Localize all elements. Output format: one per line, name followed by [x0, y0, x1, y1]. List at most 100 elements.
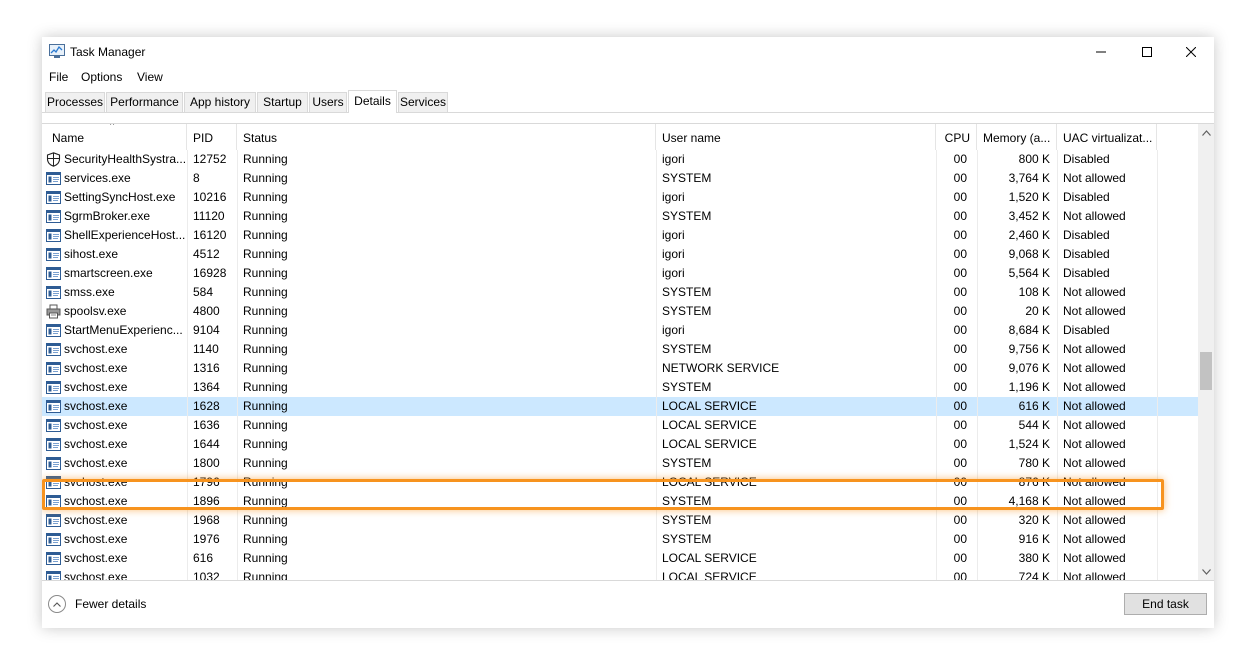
cell-status: Running [243, 361, 288, 375]
tab-app-history[interactable]: App history [184, 92, 256, 112]
cell-pid: 16928 [193, 266, 227, 280]
column-divider [187, 454, 188, 473]
cell-name: svchost.exe [64, 437, 128, 451]
fewer-details-button[interactable]: Fewer details [48, 593, 146, 615]
table-row[interactable]: svchost.exe 1364 Running SYSTEM 00 1,196 K Not… [42, 378, 1198, 397]
tab-strip: Processes Performance App history Startu… [42, 90, 1214, 113]
cell-pid: 1796 [193, 475, 220, 489]
tab-startup[interactable]: Startup [257, 92, 308, 112]
column-header-status[interactable]: Status [237, 124, 656, 150]
column-divider [656, 207, 657, 226]
column-divider [187, 378, 188, 397]
column-header-user-name[interactable]: User name [656, 124, 936, 150]
column-divider [187, 549, 188, 568]
column-divider [237, 207, 238, 226]
cell-cpu: 00 [953, 266, 967, 280]
table-row[interactable]: StartMenuExperienc... 9104 Running igori 00 8… [42, 321, 1198, 340]
table-row[interactable]: svchost.exe 1140 Running SYSTEM 00 9,756 K Not… [42, 340, 1198, 359]
column-divider [656, 435, 657, 454]
table-row[interactable]: SettingSyncHost.exe 10216 Running igori 00 1,… [42, 188, 1198, 207]
cell-name: svchost.exe [64, 399, 128, 413]
tab-performance[interactable]: Performance [106, 92, 183, 112]
cell-status: Running [243, 247, 288, 261]
cell-name: svchost.exe [64, 418, 128, 432]
table-row[interactable]: SecurityHealthSystra... 12752 Running igori… [42, 150, 1198, 169]
table-row[interactable]: spoolsv.exe 4800 Running SYSTEM 00 20 K Not al… [42, 302, 1198, 321]
column-divider [656, 397, 657, 416]
column-header-pid[interactable]: PID [187, 124, 237, 150]
cell-uac: Not allowed [1063, 171, 1126, 185]
table-row[interactable]: smss.exe 584 Running SYSTEM 00 108 K Not allow… [42, 283, 1198, 302]
column-divider [1157, 207, 1158, 226]
title-bar[interactable]: Task Manager [42, 37, 1214, 67]
app-window-icon [46, 380, 61, 395]
cell-name: smss.exe [64, 285, 115, 299]
tab-processes[interactable]: Processes [45, 92, 105, 112]
cell-cpu: 00 [953, 551, 967, 565]
maximize-button[interactable] [1124, 37, 1170, 67]
table-row[interactable]: svchost.exe 616 Running LOCAL SERVICE 00 380 … [42, 549, 1198, 568]
cell-pid: 4800 [193, 304, 220, 318]
column-divider [1157, 264, 1158, 283]
close-button[interactable] [1168, 37, 1214, 67]
column-divider [656, 264, 657, 283]
cell-cpu: 00 [953, 209, 967, 223]
column-divider [656, 530, 657, 549]
table-row-selected[interactable]: svchost.exe 1628 Running LOCAL SERVICE 00 616… [42, 397, 1198, 416]
task-manager-icon [49, 44, 65, 58]
column-divider [187, 397, 188, 416]
table-row[interactable]: svchost.exe 1032 Running LOCAL SERVICE 00 724… [42, 568, 1198, 581]
cell-cpu: 00 [953, 323, 967, 337]
cell-user-name: LOCAL SERVICE [662, 475, 757, 489]
tab-users[interactable]: Users [309, 92, 347, 112]
cell-uac: Not allowed [1063, 209, 1126, 223]
table-row[interactable]: svchost.exe 1976 Running SYSTEM 00 916 K Not a… [42, 530, 1198, 549]
column-divider [187, 473, 188, 492]
column-divider [656, 169, 657, 188]
menu-view[interactable]: View [136, 70, 164, 84]
table-row[interactable]: smartscreen.exe 16928 Running igori 00 5,564 … [42, 264, 1198, 283]
cell-memory: 3,764 K [1008, 171, 1050, 185]
table-row[interactable]: svchost.exe 1316 Running NETWORK SERVICE 00 9… [42, 359, 1198, 378]
cell-memory: 5,564 K [1008, 266, 1050, 280]
table-row[interactable]: svchost.exe 1968 Running SYSTEM 00 320 K Not a… [42, 511, 1198, 530]
cell-memory: 544 K [1018, 418, 1050, 432]
menu-file[interactable]: File [48, 70, 69, 84]
menu-options[interactable]: Options [80, 70, 123, 84]
end-task-button[interactable]: End task [1124, 593, 1207, 615]
table-row[interactable]: ShellExperienceHost.... 16120 Running igori… [42, 226, 1198, 245]
cell-name: svchost.exe [64, 456, 128, 470]
table-row[interactable]: svchost.exe 1644 Running LOCAL SERVICE 00 1,5… [42, 435, 1198, 454]
cell-uac: Not allowed [1063, 494, 1126, 508]
table-header: ^ Name PID Status User name CPU Memory (… [42, 124, 1198, 150]
table-row[interactable]: svchost.exe 1636 Running LOCAL SERVICE 00 544… [42, 416, 1198, 435]
column-header-uac-virtualization[interactable]: UAC virtualizat... [1057, 124, 1157, 150]
column-divider [1157, 568, 1158, 580]
column-divider [1157, 492, 1158, 511]
details-table: ^ Name PID Status User name CPU Memory (… [42, 123, 1214, 581]
column-header-cpu[interactable]: CPU [936, 124, 977, 150]
cell-user-name: LOCAL SERVICE [662, 570, 757, 581]
table-row[interactable]: svchost.exe 1796 Running LOCAL SERVICE 00 876… [42, 473, 1198, 492]
cell-uac: Not allowed [1063, 304, 1126, 318]
cell-memory: 108 K [1018, 285, 1050, 299]
cell-pid: 1968 [193, 513, 220, 527]
table-row[interactable]: SgrmBroker.exe 11120 Running SYSTEM 00 3,452 … [42, 207, 1198, 226]
cell-uac: Not allowed [1063, 399, 1126, 413]
cell-user-name: igori [662, 228, 685, 242]
minimize-button[interactable] [1078, 37, 1124, 67]
table-row[interactable]: svchost.exe 1896 Running SYSTEM 00 4,168 K Not… [42, 492, 1198, 511]
scroll-up-button[interactable] [1198, 124, 1214, 141]
table-row[interactable]: sihost.exe 4512 Running igori 00 9,068 K Disab… [42, 245, 1198, 264]
tab-services[interactable]: Services [398, 92, 448, 112]
table-row[interactable]: svchost.exe 1800 Running SYSTEM 00 780 K Not a… [42, 454, 1198, 473]
column-header-name[interactable]: ^ Name [42, 124, 187, 150]
scroll-down-button[interactable] [1198, 563, 1214, 580]
cell-cpu: 00 [953, 437, 967, 451]
tab-details[interactable]: Details [348, 90, 397, 113]
vertical-scrollbar[interactable] [1198, 124, 1214, 580]
table-row[interactable]: services.exe 8 Running SYSTEM 00 3,764 K Not a… [42, 169, 1198, 188]
scroll-thumb[interactable] [1200, 352, 1212, 390]
cell-cpu: 00 [953, 190, 967, 204]
column-header-memory[interactable]: Memory (a... [977, 124, 1057, 150]
